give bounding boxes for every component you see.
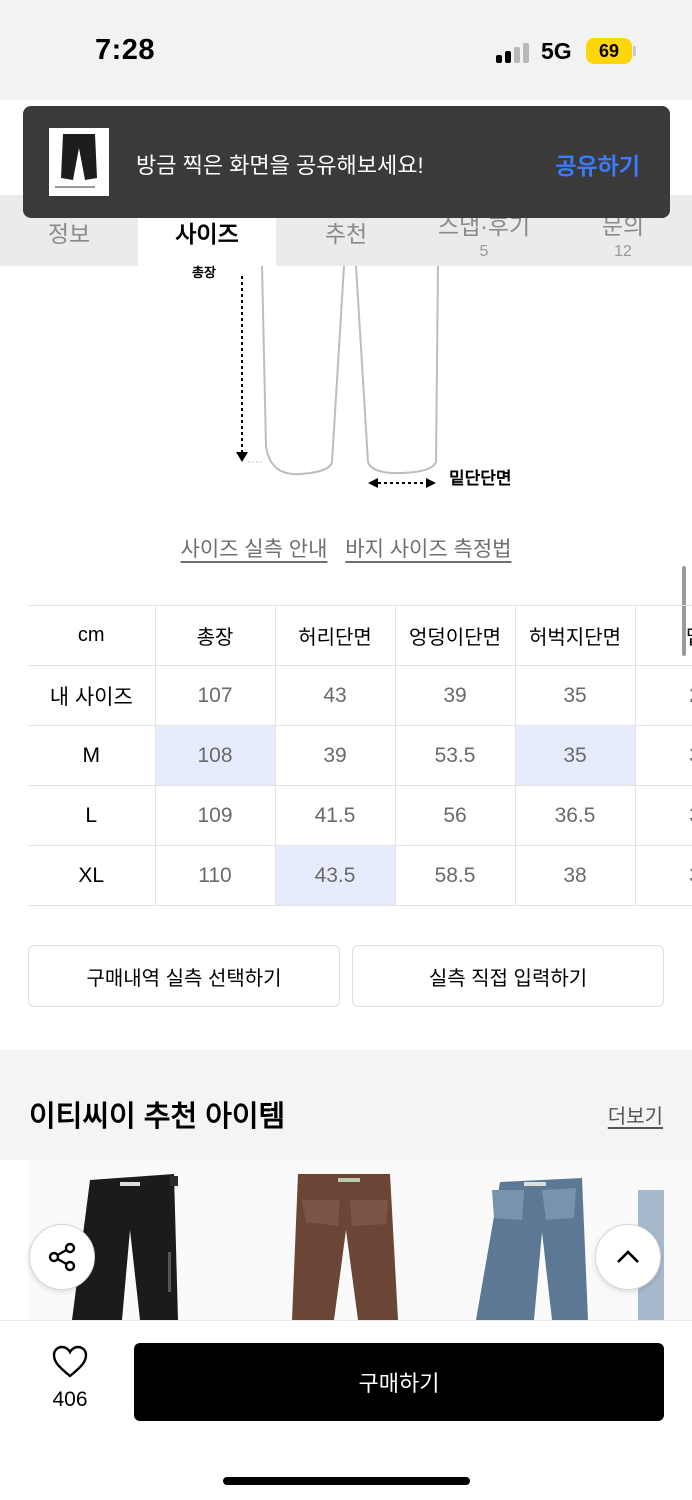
size-measure-guide-link[interactable]: 사이즈 실측 안내 xyxy=(181,538,328,561)
table-cell: 41.5 xyxy=(275,785,396,846)
table-row: L 109 41.5 56 36.5 3 xyxy=(28,785,692,846)
share-button-floating[interactable] xyxy=(29,1224,95,1290)
tab-label: 정보 xyxy=(47,221,91,247)
table-cell: 39 xyxy=(275,725,396,786)
measure-action-buttons: 구매내역 실측 선택하기 실측 직접 입력하기 xyxy=(28,945,664,1007)
table-cell: 58.5 xyxy=(395,845,516,906)
table-cell: 38 xyxy=(515,845,636,906)
table-cell: 53.5 xyxy=(395,725,516,786)
see-more-link[interactable]: 더보기 xyxy=(608,1100,663,1129)
table-row: XL 110 43.5 58.5 38 3 xyxy=(28,845,692,906)
table-cell: 43 xyxy=(275,665,396,726)
table-header: 허리단면 xyxy=(275,605,396,666)
status-bar: 7:28 5G 69 xyxy=(0,0,692,100)
table-header: 허벅지단면 xyxy=(515,605,636,666)
table-cell: 43.5 xyxy=(275,845,396,906)
heart-icon xyxy=(52,1345,88,1378)
row-label: XL xyxy=(28,845,156,906)
table-header: 엉덩이단면 xyxy=(395,605,516,666)
toast-message: 방금 찍은 화면을 공유해보세요! xyxy=(136,153,424,178)
signal-icon xyxy=(496,41,532,63)
buy-button[interactable]: 구매하기 xyxy=(134,1343,664,1421)
tab-label: 사이즈 xyxy=(175,221,239,247)
table-cell: 56 xyxy=(395,785,516,846)
pants-measurement-diagram: 총장 밑단단면 xyxy=(0,265,692,506)
scroll-to-top-button[interactable] xyxy=(595,1224,661,1290)
table-cell: 108 xyxy=(155,725,276,786)
table-cell: 35 xyxy=(515,725,636,786)
table-row: M 108 39 53.5 35 3 xyxy=(28,725,692,786)
purchase-history-measure-button[interactable]: 구매내역 실측 선택하기 xyxy=(28,945,340,1007)
pants-outline-illustration xyxy=(236,265,439,488)
size-table: cm 총장 허리단면 엉덩이단면 허벅지단면 밑 내 사이즈 107 43 39… xyxy=(28,605,692,906)
total-length-label: 총장 xyxy=(192,265,216,280)
table-header: 밑 xyxy=(635,605,692,666)
home-indicator[interactable] xyxy=(223,1477,470,1485)
status-time: 7:28 xyxy=(95,34,156,66)
screenshot-thumbnail xyxy=(49,128,109,196)
table-cell: 110 xyxy=(155,845,276,906)
share-button[interactable]: 공유하기 xyxy=(555,147,640,181)
network-label: 5G xyxy=(541,38,572,64)
table-header-row: cm 총장 허리단면 엉덩이단면 허벅지단면 밑 xyxy=(28,605,692,666)
recommend-section-title: 이티씨이 추천 아이템 xyxy=(29,1101,286,1133)
recommend-item-brown-pants[interactable] xyxy=(250,1160,450,1320)
like-button[interactable]: 406 xyxy=(38,1345,102,1412)
table-cell: 36.5 xyxy=(515,785,636,846)
table-cell: 39 xyxy=(395,665,516,726)
tab-label: 추천 xyxy=(324,221,368,247)
table-cell: 109 xyxy=(155,785,276,846)
battery-icon: 69 xyxy=(586,38,632,64)
like-count: 406 xyxy=(52,1388,88,1411)
pants-measure-method-link[interactable]: 바지 사이즈 측정법 xyxy=(345,538,511,561)
row-label: M xyxy=(28,725,156,786)
size-guide-links: 사이즈 실측 안내 바지 사이즈 측정법 xyxy=(0,533,692,563)
table-cell: 2 xyxy=(635,665,692,726)
table-row: 내 사이즈 107 43 39 35 2 xyxy=(28,665,692,726)
table-cell: 107 xyxy=(155,665,276,726)
share-toast: 방금 찍은 화면을 공유해보세요! 공유하기 xyxy=(23,106,670,218)
bottom-purchase-bar: 406 구매하기 xyxy=(0,1320,692,1500)
table-cell: 3 xyxy=(635,785,692,846)
table-header: 총장 xyxy=(155,605,276,666)
tab-count: 12 xyxy=(614,243,632,260)
table-cell: 3 xyxy=(635,845,692,906)
table-cell: 35 xyxy=(515,665,636,726)
direct-measure-input-button[interactable]: 실측 직접 입력하기 xyxy=(352,945,664,1007)
table-header: cm xyxy=(28,605,156,666)
share-icon xyxy=(48,1242,76,1272)
chevron-up-icon xyxy=(617,1250,639,1263)
row-label: L xyxy=(28,785,156,846)
recommend-carousel[interactable] xyxy=(28,1160,692,1320)
hem-width-label: 밑단단면 xyxy=(449,469,512,488)
row-label: 내 사이즈 xyxy=(28,665,156,726)
table-cell: 3 xyxy=(635,725,692,786)
tab-count: 5 xyxy=(479,243,489,260)
battery-cap xyxy=(633,46,636,56)
